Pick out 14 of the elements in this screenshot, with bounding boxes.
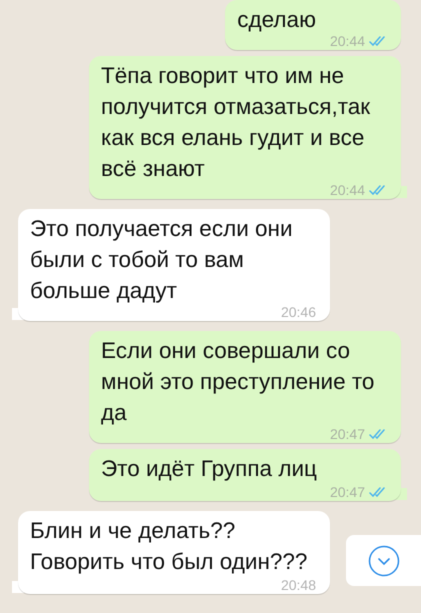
message-text: сделаю [237, 7, 316, 32]
message-time: 20:44 [330, 183, 365, 197]
scroll-down-button[interactable] [346, 535, 421, 586]
chevron-down-icon [368, 544, 400, 576]
message-time: 20:48 [280, 578, 316, 592]
message-time: 20:44 [330, 34, 365, 48]
message-text: Это получается если они были с тобой то вам больше дадут [30, 216, 294, 303]
message-time: 20:46 [280, 305, 316, 319]
message-text: Это идёт Группа лиц [101, 456, 317, 481]
message-time: 20:47 [330, 427, 365, 441]
message-text: Тёпа говорит что им не получится отмазаться,так как вся елань гудит и все всё знают [101, 63, 372, 181]
message-text: Если они совершали со мной это преступление то да [101, 338, 376, 425]
message-time: 20:47 [330, 485, 365, 499]
message-text: Блин и че делать?? Говорить что был один??? [30, 518, 308, 574]
